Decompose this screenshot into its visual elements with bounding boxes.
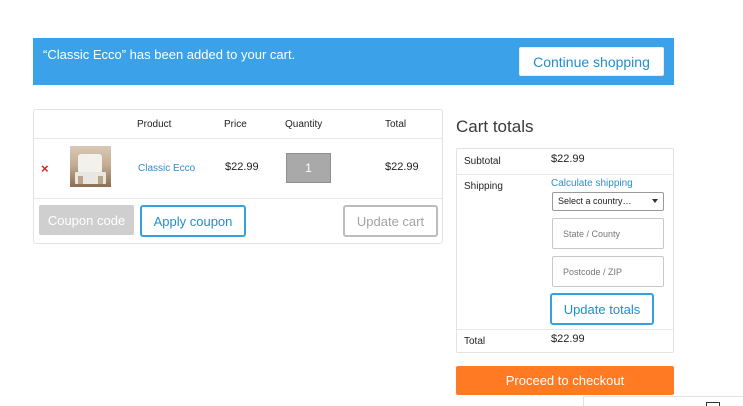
continue-shopping-button[interactable]: Continue shopping [519,47,664,76]
widget-icon[interactable] [706,402,720,406]
subtotal-label: Subtotal [464,156,501,167]
header-divider [34,138,442,139]
country-select[interactable]: Select a country… [552,192,664,211]
header-price: Price [224,119,247,130]
item-price: $22.99 [225,161,259,173]
cart-notice-banner: “Classic Ecco” has been added to your ca… [33,38,674,85]
coupon-code-input[interactable]: Coupon code [39,205,134,235]
shipping-label: Shipping [464,181,503,192]
cart-notice-message: “Classic Ecco” has been added to your ca… [43,47,296,62]
remove-item-icon[interactable]: × [41,161,49,176]
product-thumbnail[interactable] [70,146,111,187]
cart-totals-table: Subtotal $22.99 Shipping Calculate shipp… [456,148,674,353]
cart-totals-title: Cart totals [456,117,534,136]
subtotal-value: $22.99 [551,153,585,165]
proceed-to-checkout-button[interactable]: Proceed to checkout [456,366,674,395]
update-totals-button[interactable]: Update totals [550,293,654,325]
header-total: Total [385,119,407,130]
total-label: Total [464,336,486,347]
cart-table: Product Price Quantity Total × Classic E… [33,109,443,244]
total-value: $22.99 [551,333,585,345]
header-product: Product [137,119,172,130]
apply-coupon-button[interactable]: Apply coupon [140,205,246,237]
item-total: $22.99 [385,161,419,173]
shipping-divider [457,329,673,330]
country-select-value: Select a country… [558,196,632,206]
chevron-down-icon [652,199,658,203]
update-cart-button[interactable]: Update cart [343,205,438,237]
product-name-link[interactable]: Classic Ecco [138,163,195,174]
calculate-shipping-link[interactable]: Calculate shipping [551,178,633,189]
header-quantity: Quantity [285,119,323,130]
postcode-input[interactable]: Postcode / ZIP [552,256,664,287]
quantity-input[interactable]: 1 [286,153,331,183]
row-divider [34,198,442,199]
subtotal-divider [457,174,673,175]
state-county-input[interactable]: State / County [552,218,664,249]
